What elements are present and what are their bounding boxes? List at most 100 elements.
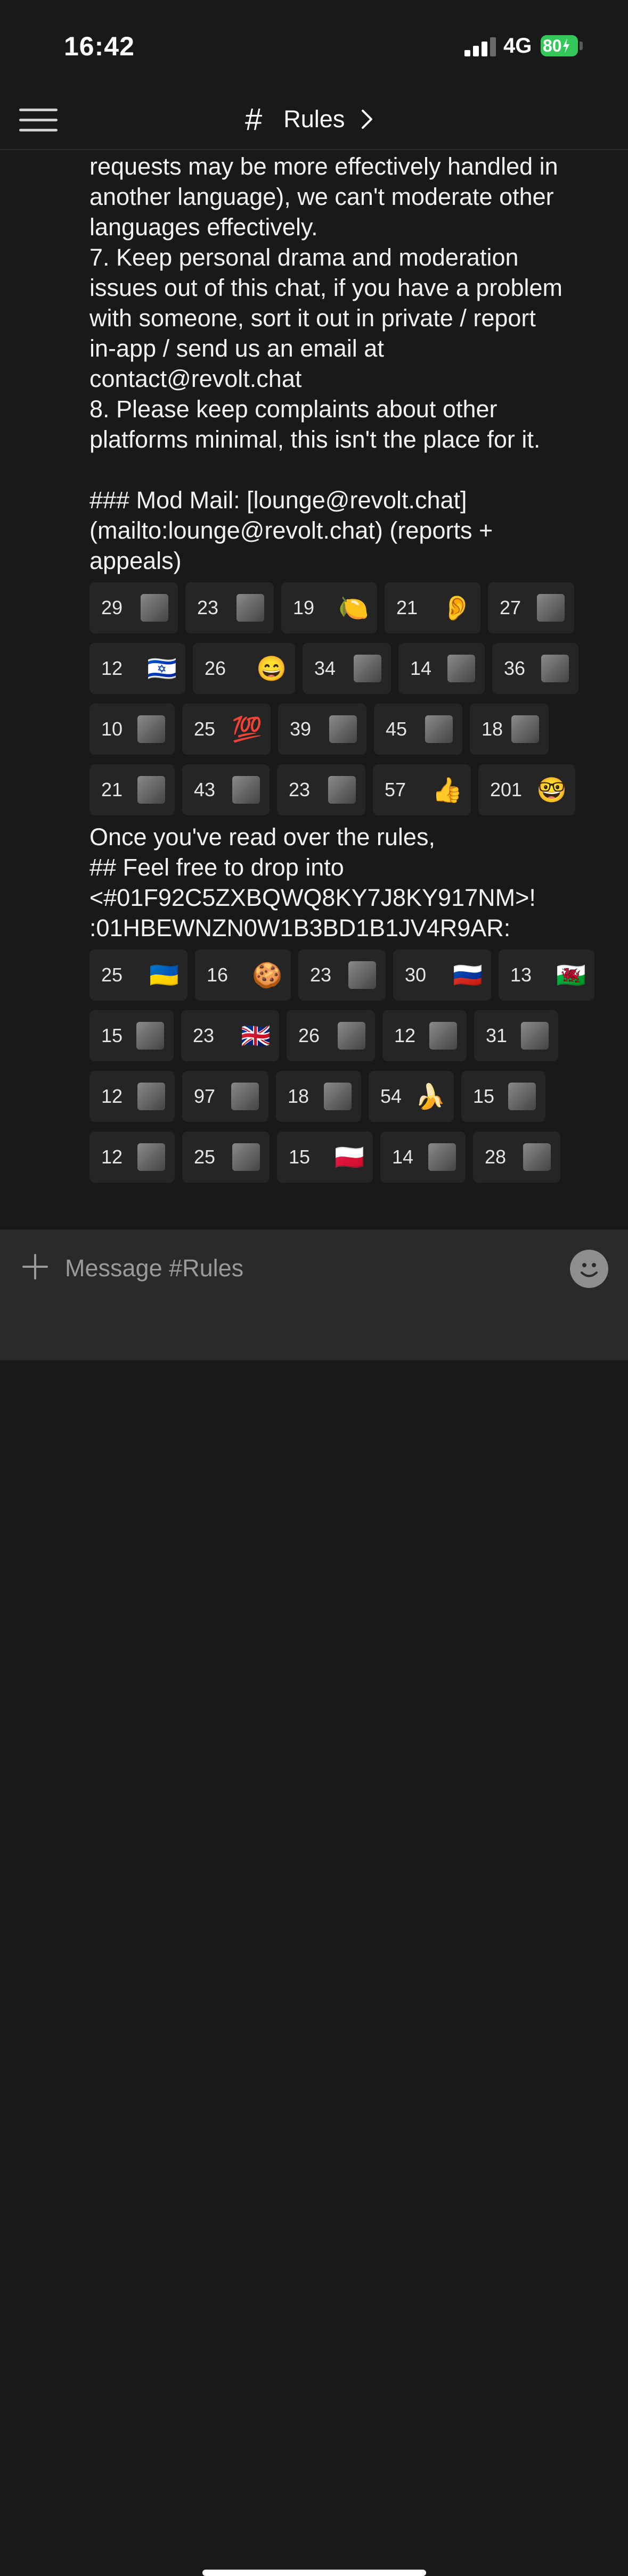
reaction-count: 29 [101,597,123,618]
reaction-button[interactable]: 12 [89,1132,175,1183]
reaction-button[interactable]: 54 🍌 [369,1071,454,1122]
poland-flag-icon: 🇵🇱 [336,1143,363,1171]
nerd-face-icon: 🤓 [538,776,566,804]
reaction-row: 15 23 🇬🇧 26 12 31 [89,1010,617,1061]
reaction-button[interactable]: 25 💯 [182,704,271,755]
reaction-button[interactable]: 21 [89,764,175,815]
reaction-count: 97 [194,1085,216,1107]
israel-flag-icon: 🇮🇱 [148,655,176,682]
custom-emoji-icon [232,1143,260,1171]
reaction-button[interactable]: 19 🍋 [281,582,377,633]
reaction-button[interactable]: 14 [398,643,485,694]
reaction-count: 14 [392,1146,414,1168]
reaction-count: 23 [310,964,332,986]
reaction-button[interactable]: 12 🇮🇱 [89,643,185,694]
reaction-button[interactable]: 26 [287,1010,375,1061]
reaction-row: 12 97 18 54 🍌 15 [89,1071,617,1122]
charging-bolt-icon [562,38,569,53]
custom-emoji-icon [324,1083,352,1110]
emoji-picker-icon[interactable] [570,1250,608,1288]
reaction-button[interactable]: 27 [488,582,574,633]
reaction-button[interactable]: 25 🇺🇦 [89,950,187,1001]
reactions-group: 29 23 19 🍋 21 👂 27 12 🇮🇱 26 😄 34 14 36 10 25 💯 39 45 18 21 43… [89,582,617,815]
reaction-count: 23 [197,597,219,618]
reaction-count: 25 [194,718,216,740]
plus-icon[interactable] [21,1253,49,1281]
reaction-count: 16 [207,964,229,986]
reaction-button[interactable]: 12 [89,1071,175,1122]
reaction-button[interactable]: 10 [89,704,175,755]
custom-emoji-icon [425,715,453,743]
custom-emoji-icon [137,1143,165,1171]
reaction-row: 12 🇮🇱 26 😄 34 14 36 [89,643,617,694]
reaction-count: 12 [101,1085,123,1107]
ear-icon: 👂 [443,594,471,622]
status-bar: 16:42 4G 80 [0,0,628,90]
banana-icon: 🍌 [417,1083,444,1110]
custom-emoji-icon [329,715,357,743]
reaction-button[interactable]: 23 [185,582,274,633]
reaction-count: 27 [500,597,521,618]
reaction-count: 28 [485,1146,507,1168]
reaction-button[interactable]: 57 👍 [373,764,471,815]
custom-emoji-icon [231,1083,259,1110]
custom-emoji-icon [523,1143,551,1171]
reaction-count: 57 [385,779,406,800]
reaction-button[interactable]: 15 [89,1010,174,1061]
reaction-count: 21 [396,597,418,618]
reaction-button[interactable]: 39 [278,704,366,755]
custom-emoji-icon [338,1022,365,1050]
reaction-button[interactable]: 201 🤓 [478,764,575,815]
cookie-icon: 🍪 [254,961,281,989]
reaction-button[interactable]: 18 [470,704,549,755]
reaction-button[interactable]: 14 [380,1132,466,1183]
reaction-count: 25 [194,1146,216,1168]
reaction-button[interactable]: 18 [276,1071,361,1122]
wales-flag-icon: 🏴󠁧󠁢󠁷󠁬󠁳󠁿 [557,961,585,989]
reaction-button[interactable]: 15 [461,1071,545,1122]
reaction-count: 45 [386,718,407,740]
reaction-count: 39 [290,718,312,740]
reaction-button[interactable]: 30 🇷🇺 [393,950,491,1001]
reaction-button[interactable]: 29 [89,582,178,633]
reaction-button[interactable]: 12 [382,1010,467,1061]
channel-header: # Rules [0,90,628,150]
reaction-count: 14 [410,657,432,679]
reaction-button[interactable]: 23 [298,950,386,1001]
reaction-button[interactable]: 13 🏴󠁧󠁢󠁷󠁬󠁳󠁿 [499,950,594,1001]
reaction-button[interactable]: 28 [473,1132,560,1183]
lemon-icon: 🍋 [340,594,368,622]
reaction-button[interactable]: 43 [182,764,270,815]
reaction-button[interactable]: 23 🇬🇧 [181,1010,279,1061]
custom-emoji-icon [137,1083,165,1110]
reactions-group: 25 🇺🇦 16 🍪 23 30 🇷🇺 13 🏴󠁧󠁢󠁷󠁬󠁳󠁿 15 23 🇬🇧 26 12 31 12 97 18… [89,950,617,1183]
reaction-button[interactable]: 21 👂 [385,582,480,633]
reaction-count: 15 [101,1025,123,1046]
reaction-button[interactable]: 15 🇵🇱 [277,1132,373,1183]
reaction-button[interactable]: 25 [182,1132,270,1183]
hundred-points-icon: 💯 [233,715,261,743]
message-input[interactable] [64,1251,545,1286]
reaction-button[interactable]: 23 [277,764,365,815]
reaction-row: 29 23 19 🍋 21 👂 27 [89,582,617,633]
hamburger-menu-icon[interactable] [19,109,58,132]
reaction-button[interactable]: 34 [303,643,391,694]
reaction-button[interactable]: 16 🍪 [195,950,291,1001]
custom-emoji-icon [429,1022,457,1050]
reaction-button[interactable]: 31 [474,1010,558,1061]
reaction-button[interactable]: 36 [492,643,578,694]
custom-emoji-icon [537,594,565,622]
reaction-count: 15 [289,1146,311,1168]
channel-name: Rules [283,105,345,133]
custom-emoji-icon [428,1143,456,1171]
russia-flag-icon: 🇷🇺 [454,961,482,989]
reaction-button[interactable]: 26 😄 [193,643,295,694]
reaction-count: 15 [473,1085,495,1107]
reaction-button[interactable]: 45 [374,704,462,755]
reaction-count: 36 [504,657,526,679]
home-indicator [202,2570,426,2576]
network-type: 4G [503,34,532,57]
reaction-count: 23 [289,779,311,800]
channel-title-button[interactable]: # Rules [245,102,374,137]
reaction-button[interactable]: 97 [182,1071,268,1122]
